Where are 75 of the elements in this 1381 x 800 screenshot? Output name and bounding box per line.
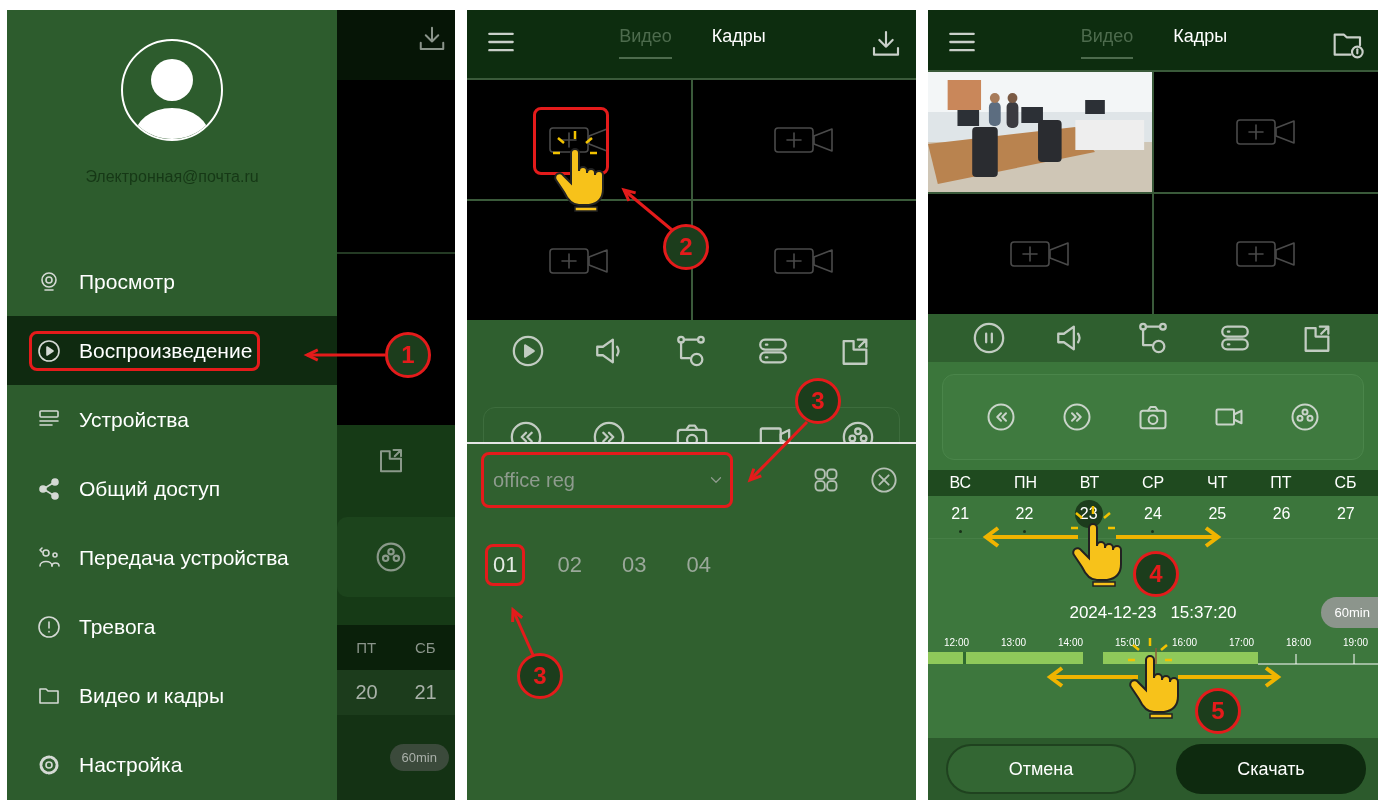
video-cell[interactable] xyxy=(1154,194,1378,314)
pointing-hand-icon xyxy=(1069,504,1122,587)
film-reel-icon xyxy=(1290,402,1320,432)
pointing-hand-icon xyxy=(551,129,604,212)
menu-item[interactable]: Устройства xyxy=(7,385,337,455)
date-button[interactable]: 24 xyxy=(1139,500,1167,528)
date-button[interactable]: 22 xyxy=(1010,500,1039,528)
weekday-label: ЧТ xyxy=(1207,474,1228,492)
weekday-label: ПТ xyxy=(356,639,377,656)
weekday-label: ПН xyxy=(1013,474,1037,492)
menu-item[interactable]: Воспроизведение xyxy=(7,316,337,386)
time-label: 13:00 xyxy=(1001,637,1026,648)
weekday-label: ВТ xyxy=(1079,474,1100,492)
play-icon xyxy=(510,334,545,368)
video-cell[interactable] xyxy=(467,201,691,320)
time-label: 18:00 xyxy=(1286,637,1311,648)
rewind-icon xyxy=(986,402,1016,432)
weekday-label: СБ xyxy=(1334,474,1357,492)
pointer-arrow xyxy=(747,420,809,483)
time-label: 15:00 xyxy=(1115,637,1140,648)
tab[interactable]: Кадры xyxy=(711,18,766,59)
add-camera-icon xyxy=(548,247,609,274)
download-button[interactable]: Скачать xyxy=(1176,744,1366,794)
date-button[interactable]: 26 xyxy=(1267,500,1296,528)
menu-item[interactable]: Просмотр xyxy=(7,247,337,317)
date-label: 21 xyxy=(414,681,437,704)
playback-time: 15:37:20 xyxy=(1170,603,1237,623)
pointer-arrow xyxy=(511,606,535,656)
weekday-label: ПТ xyxy=(1270,474,1292,492)
alert-icon xyxy=(37,615,61,640)
video-cell[interactable] xyxy=(1154,72,1378,192)
grid-icon xyxy=(812,466,840,494)
step-badge: 3 xyxy=(795,378,841,424)
menu-item[interactable]: Настройка xyxy=(7,730,337,800)
menu-item[interactable]: Видео и кадры xyxy=(7,661,337,731)
add-camera-icon xyxy=(1236,119,1296,145)
time-label: 17:00 xyxy=(1229,637,1254,648)
add-camera-icon xyxy=(1236,241,1296,267)
add-camera-icon xyxy=(548,126,609,153)
film-reel-icon xyxy=(375,541,407,573)
add-camera-icon xyxy=(774,247,835,274)
cancel-button[interactable]: Отмена xyxy=(946,744,1136,794)
weekday-label: ВС xyxy=(949,474,972,492)
close-icon xyxy=(870,466,898,494)
time-label: 16:00 xyxy=(1172,637,1197,648)
date-button[interactable]: 21 xyxy=(946,500,975,528)
route-icon xyxy=(1136,321,1170,355)
menu-item[interactable]: Передача устройства xyxy=(7,523,337,593)
video-cell[interactable] xyxy=(467,80,691,199)
weekday-label: СБ xyxy=(414,639,436,656)
channel-tab[interactable]: 01 xyxy=(493,552,518,578)
pointer-arrow xyxy=(621,187,673,232)
fast-forward-icon xyxy=(1062,402,1092,432)
time-label: 19:00 xyxy=(1343,637,1368,648)
play-icon xyxy=(37,338,61,363)
add-camera-icon xyxy=(1010,241,1070,267)
date-label: 20 xyxy=(355,681,378,704)
menu-item[interactable]: Тревога xyxy=(7,592,337,662)
time-label: 12:00 xyxy=(944,637,969,648)
tab[interactable]: Кадры xyxy=(1173,18,1228,59)
weekday-label: СР xyxy=(1142,474,1165,492)
video-cell[interactable] xyxy=(692,80,916,199)
video-cell[interactable] xyxy=(928,194,1152,314)
date-button[interactable]: 25 xyxy=(1203,500,1232,528)
time-label: 14:00 xyxy=(1058,637,1083,648)
menu-item[interactable]: Общий доступ xyxy=(7,454,337,524)
add-camera-icon xyxy=(774,126,835,153)
share-icon xyxy=(37,477,61,502)
date-button[interactable]: 27 xyxy=(1331,500,1360,528)
zoom-pill[interactable]: 60min xyxy=(389,744,449,771)
avatar-icon xyxy=(120,38,224,142)
playback-date: 2024-12-23 xyxy=(1069,603,1157,623)
video-cell[interactable] xyxy=(692,201,916,320)
pause-icon xyxy=(972,321,1006,355)
zoom-pill[interactable]: 60min xyxy=(1320,597,1378,628)
